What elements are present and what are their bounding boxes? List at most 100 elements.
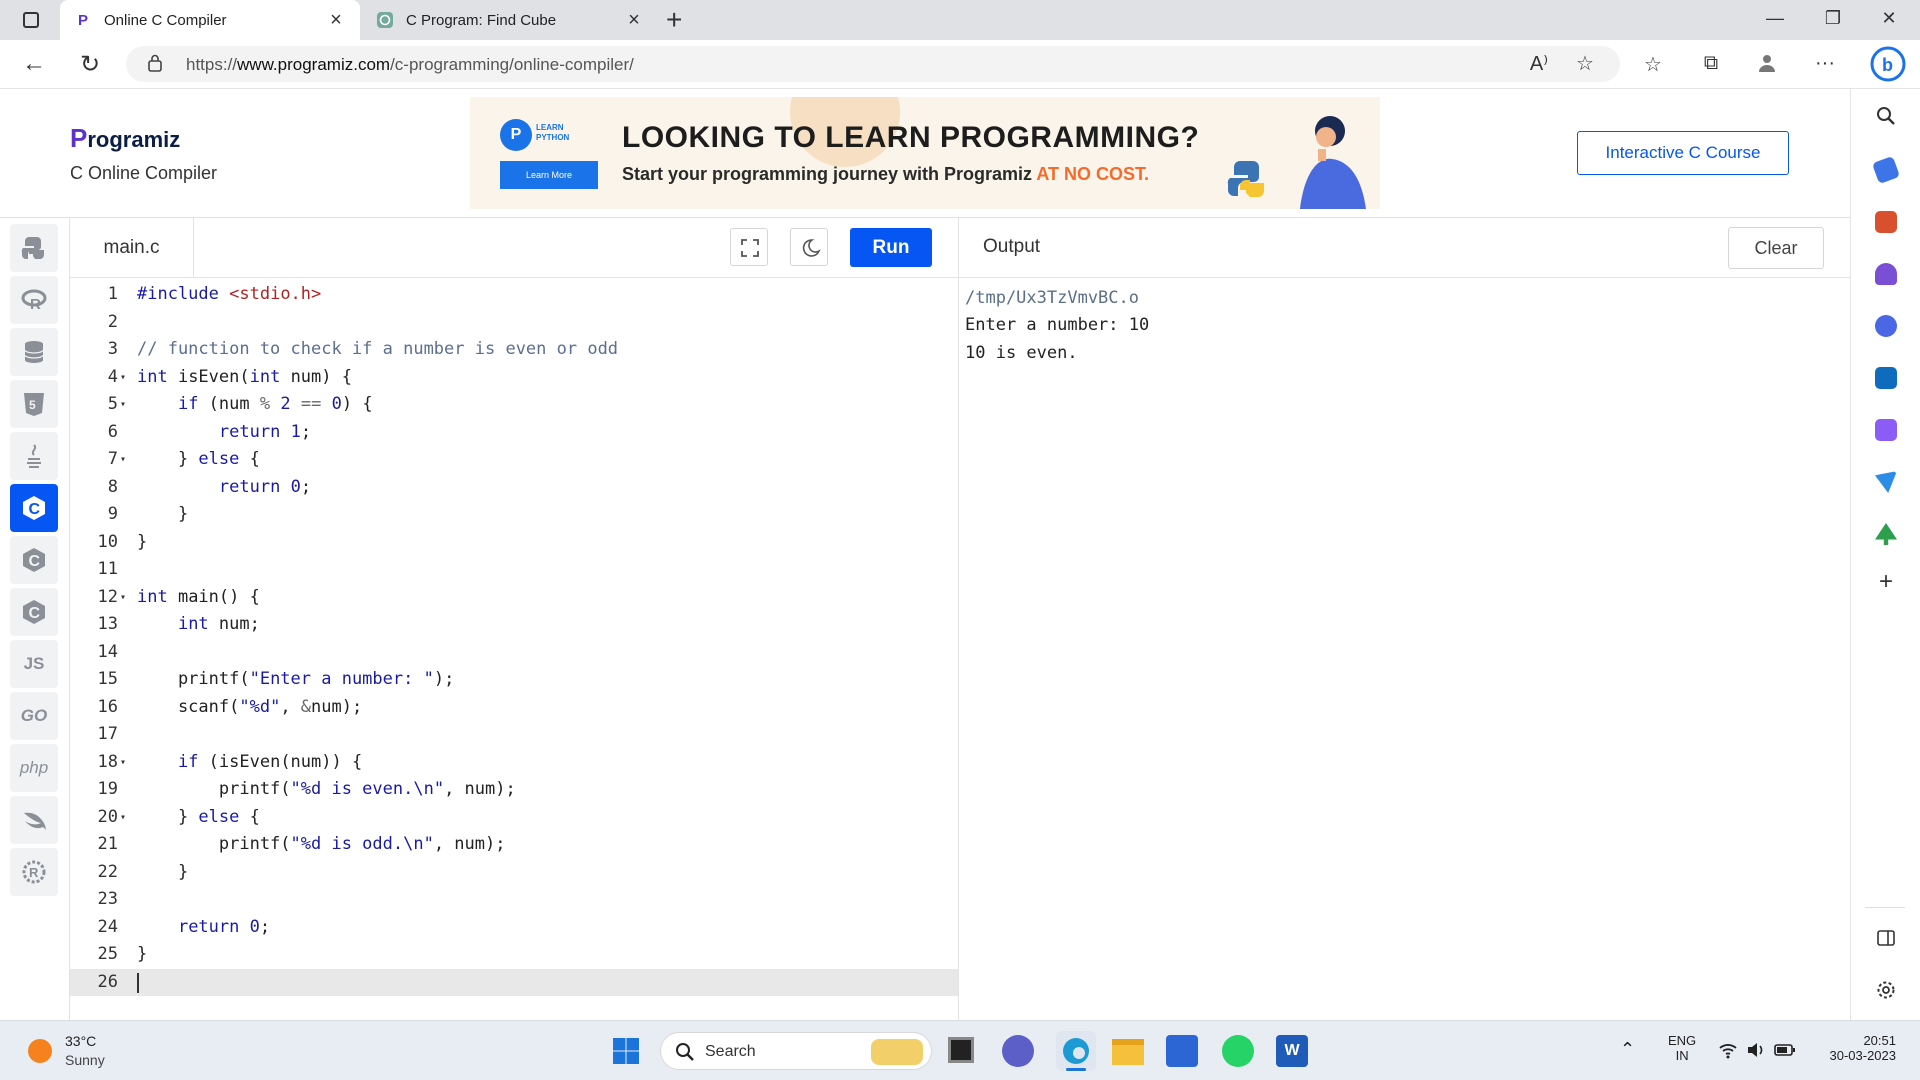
- battery-icon[interactable]: [1774, 1042, 1796, 1058]
- code-text: printf("%d is odd.\n", num);: [137, 834, 506, 854]
- fold-toggle-icon[interactable]: ▾: [120, 804, 126, 832]
- volume-icon[interactable]: [1746, 1041, 1766, 1059]
- tab-actions-icon[interactable]: [14, 7, 48, 33]
- weather-sun-icon[interactable]: [28, 1039, 52, 1063]
- file-explorer-icon[interactable]: [1112, 1039, 1144, 1065]
- fullscreen-button[interactable]: [730, 228, 768, 266]
- whatsapp-icon[interactable]: [1222, 1035, 1254, 1067]
- tab-online-c-compiler[interactable]: P Online C Compiler ×: [60, 0, 360, 40]
- teams-chat-icon[interactable]: [1002, 1035, 1034, 1067]
- add-icon[interactable]: +: [1875, 570, 1897, 594]
- clear-button[interactable]: Clear: [1728, 227, 1824, 269]
- close-tab-icon[interactable]: ×: [624, 9, 644, 32]
- fold-toggle-icon[interactable]: ▾: [120, 584, 126, 612]
- clock[interactable]: 20:51 30-03-2023: [1812, 1033, 1897, 1063]
- microsoft-365-icon[interactable]: [1875, 315, 1897, 337]
- word-icon[interactable]: W: [1276, 1035, 1308, 1067]
- fold-toggle-icon[interactable]: ▾: [120, 364, 126, 392]
- settings-gear-icon[interactable]: [1875, 979, 1897, 1001]
- code-line[interactable]: 9 }: [70, 501, 958, 529]
- add-favorite-icon[interactable]: ☆: [1572, 51, 1598, 77]
- games-icon[interactable]: [1875, 263, 1897, 285]
- file-tab-main-c[interactable]: main.c: [70, 218, 194, 278]
- code-line[interactable]: 15 printf("Enter a number: ");: [70, 666, 958, 694]
- output-line: 10 is even.: [965, 343, 1078, 363]
- code-line[interactable]: 23: [70, 886, 958, 914]
- bing-chat-icon[interactable]: b: [1870, 46, 1906, 82]
- code-line[interactable]: 17: [70, 721, 958, 749]
- split-view-icon[interactable]: [1875, 927, 1897, 949]
- workspace: main.c Run 1 #include <stdio.h> 2 3// funct…: [0, 89, 1851, 1020]
- microsoft-store-icon[interactable]: [1166, 1035, 1198, 1067]
- tray-overflow-icon[interactable]: ⌃: [1620, 1039, 1635, 1060]
- task-view-icon[interactable]: [948, 1037, 974, 1063]
- code-line[interactable]: 24 return 0;: [70, 914, 958, 942]
- close-tab-icon[interactable]: ×: [326, 9, 346, 32]
- outlook-icon[interactable]: [1875, 367, 1897, 389]
- fold-toggle-icon[interactable]: ▾: [120, 749, 126, 777]
- refresh-icon[interactable]: ↻: [74, 50, 106, 80]
- fold-toggle-icon[interactable]: ▾: [120, 391, 126, 419]
- url-bar[interactable]: https://www.programiz.com/c-programming/…: [126, 46, 1620, 82]
- editor-header: main.c Run: [70, 218, 958, 278]
- line-number: 11: [97, 559, 118, 579]
- code-line[interactable]: 21 printf("%d is odd.\n", num);: [70, 831, 958, 859]
- weather-condition[interactable]: Sunny: [65, 1052, 105, 1068]
- code-line[interactable]: 11: [70, 556, 958, 584]
- favorites-icon[interactable]: ☆: [1640, 52, 1666, 78]
- code-line[interactable]: 7 ▾ } else {: [70, 446, 958, 474]
- code-line[interactable]: 3 // function to check if a number is eve…: [70, 336, 958, 364]
- lock-icon: [148, 54, 162, 72]
- dark-mode-button[interactable]: [790, 228, 828, 266]
- code-line[interactable]: 12 ▾ int main() {: [70, 584, 958, 612]
- new-tab-icon[interactable]: +: [666, 4, 682, 36]
- code-line[interactable]: 6 return 1;: [70, 419, 958, 447]
- more-options-icon[interactable]: ···: [1812, 52, 1838, 78]
- code-line[interactable]: 4 ▾ int isEven(int num) {: [70, 364, 958, 392]
- weather-temperature[interactable]: 33°C: [65, 1033, 96, 1049]
- windows-start-icon[interactable]: [610, 1035, 642, 1067]
- line-number: 17: [97, 724, 118, 744]
- code-text: int main() {: [137, 586, 260, 607]
- restore-icon[interactable]: ❐: [1810, 8, 1856, 29]
- code-line[interactable]: 10}: [70, 529, 958, 557]
- fold-toggle-icon[interactable]: ▾: [120, 446, 126, 474]
- designer-icon[interactable]: [1875, 419, 1897, 441]
- tab-find-cube[interactable]: C Program: Find Cube ×: [362, 0, 658, 40]
- read-aloud-icon[interactable]: A⁾: [1526, 51, 1552, 77]
- profile-icon[interactable]: [1754, 52, 1780, 78]
- code-line[interactable]: 13 int num;: [70, 611, 958, 639]
- tools-icon[interactable]: [1875, 211, 1897, 233]
- tree-icon[interactable]: [1875, 523, 1897, 545]
- fullscreen-icon: [741, 239, 759, 257]
- code-line[interactable]: 1 #include <stdio.h>: [70, 281, 958, 309]
- shopping-tag-icon[interactable]: [1871, 155, 1901, 185]
- send-icon[interactable]: [1875, 471, 1897, 493]
- line-number: 22: [97, 861, 118, 882]
- input-language[interactable]: ENG IN: [1668, 1033, 1696, 1063]
- close-window-icon[interactable]: ✕: [1866, 8, 1912, 29]
- back-icon[interactable]: ←: [18, 50, 50, 80]
- code-editor[interactable]: 1 #include <stdio.h> 2 3// function to chec…: [70, 278, 958, 1020]
- minimize-icon[interactable]: —: [1752, 8, 1798, 29]
- taskbar-search[interactable]: Search: [660, 1032, 932, 1070]
- code-line[interactable]: 14: [70, 639, 958, 667]
- code-line[interactable]: 8 return 0;: [70, 474, 958, 502]
- code-line[interactable]: 25}: [70, 941, 958, 969]
- code-text: if (num % 2 == 0) {: [177, 394, 373, 414]
- run-button[interactable]: Run: [850, 228, 932, 267]
- code-line[interactable]: 19 printf("%d is even.\n", num);: [70, 776, 958, 804]
- code-line[interactable]: 18 ▾ if (isEven(num)) {: [70, 749, 958, 777]
- code-line[interactable]: 5 ▾ if (num % 2 == 0) {: [70, 391, 958, 419]
- code-line[interactable]: 16 scanf("%d", &num);: [70, 694, 958, 722]
- collections-icon[interactable]: ⧉: [1698, 52, 1724, 78]
- code-line[interactable]: 22 }: [70, 859, 958, 887]
- code-line[interactable]: 26: [70, 968, 958, 996]
- code-line[interactable]: 2: [70, 309, 958, 337]
- code-line[interactable]: 20 ▾ } else {: [70, 804, 958, 832]
- edge-taskbar-button[interactable]: [1056, 1031, 1096, 1071]
- code-text: printf("Enter a number: ");: [137, 669, 455, 689]
- wifi-icon[interactable]: [1718, 1041, 1738, 1059]
- search-icon[interactable]: [1875, 105, 1897, 127]
- code-text: }: [137, 504, 189, 524]
